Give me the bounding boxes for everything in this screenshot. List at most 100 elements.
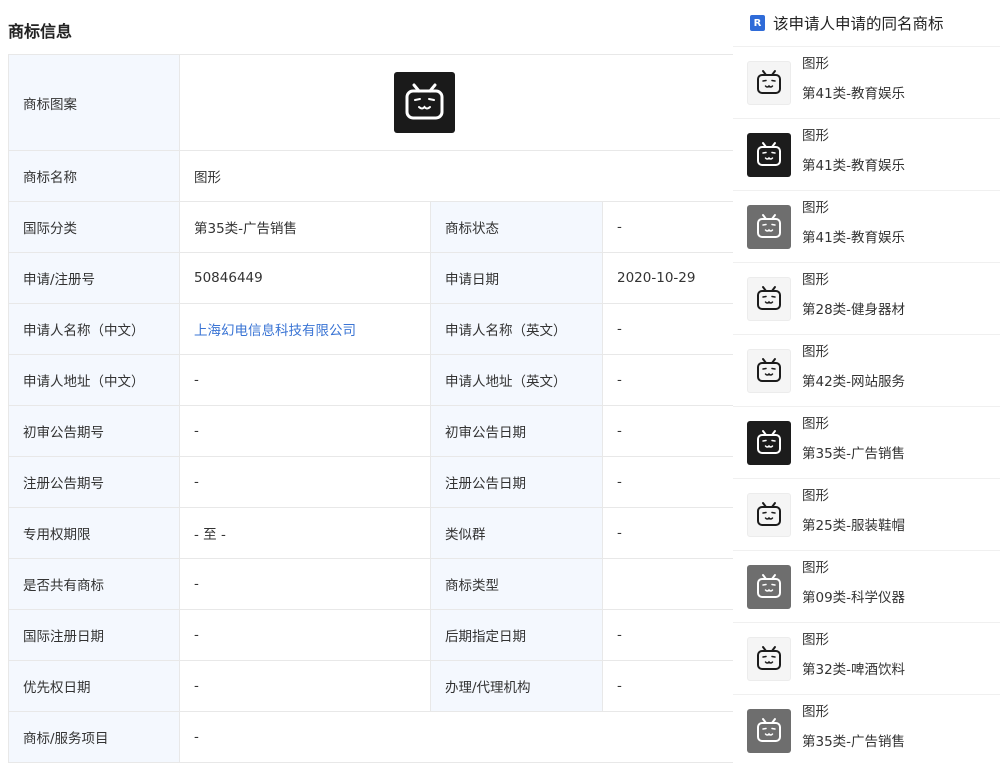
row-label: 申请人名称（中文） (8, 303, 180, 355)
row-value: 2020-10-29 (601, 252, 733, 304)
table-row: 商标/服务项目 - (8, 711, 733, 763)
item-text: 图形 第35类-广告销售 (802, 704, 905, 752)
table-row: 国际注册日期 - 后期指定日期 - (8, 609, 733, 661)
tv-face-logo-icon (747, 708, 791, 753)
row-label: 申请日期 (430, 252, 603, 304)
trademark-name: 图形 (802, 199, 829, 216)
trademark-class: 第25类-服装鞋帽 (802, 517, 906, 534)
row-label: 申请人地址（中文） (8, 354, 180, 406)
table-row: 商标名称 图形 (8, 150, 733, 202)
item-text: 图形第25类-服装鞋帽 (802, 488, 906, 536)
row-value: - (601, 456, 733, 508)
list-item[interactable]: 图形第25类-服装鞋帽 (733, 479, 1000, 551)
list-item[interactable]: 图形第32类-啤酒饮料 (733, 623, 1000, 695)
trademark-name: 图形 (802, 631, 829, 648)
list-item[interactable]: 图形第28类-健身器材 (733, 263, 1000, 335)
row-value (601, 558, 733, 610)
trademark-class: 第41类-教育娱乐 (802, 85, 906, 102)
applicant-link[interactable]: 上海幻电信息科技有限公司 (194, 323, 356, 339)
trademark-name: 图形 (802, 487, 829, 504)
row-label: 后期指定日期 (430, 609, 603, 661)
item-text: 图形第32类-啤酒饮料 (802, 632, 906, 680)
tv-face-logo-icon (747, 636, 791, 681)
row-label: 商标状态 (430, 201, 603, 253)
table-row: 国际分类 第35类-广告销售 商标状态 - (8, 201, 733, 253)
tv-face-logo-icon (747, 420, 791, 465)
trademark-class: 第41类-教育娱乐 (802, 157, 906, 174)
item-text: 图形第28类-健身器材 (802, 272, 906, 320)
trademark-list: 图形 第41类-教育娱乐 图形 第41类-教育娱乐 图形 第41类-教育娱乐 图形 第28类-… (733, 47, 1000, 765)
trademark-class: 第09类-科学仪器 (802, 589, 906, 606)
row-value: - (601, 660, 733, 712)
trademark-class: 第35类-广告销售 (802, 445, 906, 462)
tv-face-logo-icon (747, 492, 791, 537)
row-label: 申请人地址（英文） (430, 354, 603, 406)
row-value: - (179, 354, 431, 406)
row-label: 申请人名称（英文） (430, 303, 603, 355)
table-row: 优先权日期 - 办理/代理机构 - (8, 660, 733, 712)
list-item[interactable]: 图形 第35类-广告销售 (733, 695, 1000, 765)
tv-face-logo-icon (747, 276, 791, 321)
row-label: 办理/代理机构 (430, 660, 603, 712)
row-value: - (179, 660, 431, 712)
r-badge-icon: R (750, 15, 765, 31)
row-value: - 至 - (179, 507, 431, 559)
row-label: 商标/服务项目 (8, 711, 180, 763)
item-text: 图形 第42类-网站服务 (802, 344, 905, 392)
row-label: 是否共有商标 (8, 558, 180, 610)
tv-face-logo-icon (747, 132, 791, 177)
section-title: 商标信息 (8, 22, 73, 41)
list-item[interactable]: 图形 第35类-广告销售 (733, 407, 1000, 479)
row-value: 图形 (178, 150, 733, 202)
table-row: 专用权期限 - 至 - 类似群 - (8, 507, 733, 559)
item-text: 图形第09类-科学仪器 (802, 560, 906, 608)
item-text: 图形 第41类-教育娱乐 (802, 56, 906, 104)
tv-face-logo-icon (747, 204, 791, 249)
trademark-info-table: 商标图案 商标名称 图形 国际分类 第35类-广告销售 商标状态 - 申请/注册… (8, 54, 733, 763)
row-value: - (178, 711, 733, 763)
row-value: - (179, 456, 431, 508)
row-value: 50846449 (179, 252, 431, 304)
trademark-name: 图形 (802, 271, 829, 288)
table-row: 申请人名称（中文） 上海幻电信息科技有限公司 申请人名称（英文） - (8, 303, 733, 355)
row-value: - (601, 201, 733, 253)
row-label: 申请/注册号 (8, 252, 180, 304)
trademark-name: 图形 (802, 127, 829, 144)
tv-face-logo-icon (747, 60, 791, 105)
table-row: 是否共有商标 - 商标类型 (8, 558, 733, 610)
row-label: 初审公告期号 (8, 405, 180, 457)
row-value: - (179, 558, 431, 610)
list-item[interactable]: 图形 第42类-网站服务 (733, 335, 1000, 407)
row-label: 商标名称 (8, 150, 180, 202)
row-value: 上海幻电信息科技有限公司 (179, 303, 431, 355)
row-value: - (179, 405, 431, 457)
tv-face-logo-icon (747, 348, 791, 393)
panel-header: R 该申请人申请的同名商标 (733, 0, 1000, 47)
trademark-class: 第28类-健身器材 (802, 301, 906, 318)
list-item[interactable]: 图形 第41类-教育娱乐 (733, 191, 1000, 263)
row-label: 优先权日期 (8, 660, 180, 712)
table-row: 商标图案 (8, 54, 733, 151)
row-value: - (601, 609, 733, 661)
row-label: 注册公告期号 (8, 456, 180, 508)
list-item[interactable]: 图形第41类-教育娱乐 (733, 119, 1000, 191)
same-name-trademarks-panel: R 该申请人申请的同名商标 图形 第41类-教育娱乐 图形 第41类-教育娱乐 图形 第4… (733, 0, 1000, 765)
page: 商标信息 商标图案 商标名称 图形 国际分类 第35类-广告销售 商标状态 - … (0, 0, 1000, 765)
trademark-name: 图形 (802, 703, 829, 720)
tv-face-logo-icon (747, 564, 791, 609)
row-value: - (601, 303, 733, 355)
row-label: 初审公告日期 (430, 405, 603, 457)
panel-title: 该申请人申请的同名商标 (773, 15, 944, 33)
trademark-class: 第32类-啤酒饮料 (802, 661, 906, 678)
row-label: 国际分类 (8, 201, 180, 253)
list-item[interactable]: 图形第09类-科学仪器 (733, 551, 1000, 623)
row-value: - (601, 354, 733, 406)
row-value: - (601, 405, 733, 457)
trademark-name: 图形 (802, 559, 829, 576)
row-value: - (179, 609, 431, 661)
table-row: 申请/注册号 50846449 申请日期 2020-10-29 (8, 252, 733, 304)
list-item[interactable]: 图形 第41类-教育娱乐 (733, 47, 1000, 119)
table-row: 初审公告期号 - 初审公告日期 - (8, 405, 733, 457)
item-text: 图形第41类-教育娱乐 (802, 128, 906, 176)
tv-face-logo-icon[interactable] (393, 72, 455, 133)
